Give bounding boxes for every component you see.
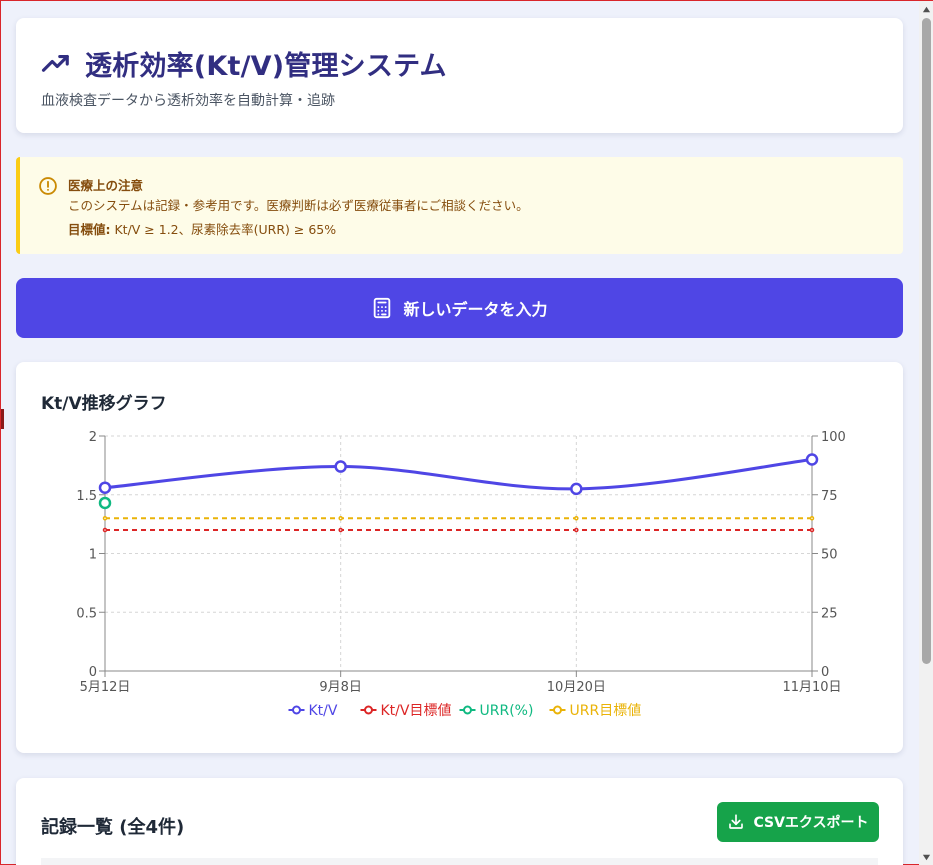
legend-swatch-marker <box>553 705 562 715</box>
series-1-point <box>102 527 108 533</box>
scroll-up-arrow-icon[interactable] <box>922 5 931 14</box>
right-axis-tick-label: 50 <box>821 548 838 563</box>
right-axis-tick-label: 25 <box>821 606 838 621</box>
legend-label: URR(%) <box>480 703 534 719</box>
series-3-point <box>338 516 343 521</box>
series-0-point <box>570 482 583 496</box>
series-1-point <box>338 527 343 533</box>
series-0-point <box>334 460 347 473</box>
left-axis-tick-label: 0.5 <box>76 606 97 621</box>
target-label: 目標値: <box>68 222 111 237</box>
legend-swatch-marker <box>364 705 373 715</box>
notice-body: このシステムは記録・参考用です。医療判断は必ず医療従事者にご相談ください。 <box>68 198 529 213</box>
right-axis-tick-label: 100 <box>821 430 846 445</box>
scroll-down-arrow-icon[interactable] <box>922 853 931 862</box>
series-1-point <box>574 527 579 533</box>
header-card: 透析効率(Kt/V)管理システム 血液検査データから透析効率を自動計算・追跡 <box>16 18 903 133</box>
alert-circle-icon <box>39 177 57 195</box>
records-table-header <box>41 858 878 865</box>
series-1-point <box>809 527 815 533</box>
x-axis-tick-label: 9月8日 <box>319 680 362 695</box>
page-title: 透析効率(Kt/V)管理システム <box>85 51 447 82</box>
page-subtitle: 血液検査データから透析効率を自動計算・追跡 <box>41 93 335 109</box>
legend-label: Kt/V目標値 <box>381 703 452 719</box>
csv-export-label: CSVエクスポート <box>753 815 869 831</box>
series-3-point <box>809 516 815 521</box>
chart-card: Kt/V推移グラフ 0 0.5 1 1.5 2 0 25 50 75 100 5月12日 9月8日 10… <box>16 362 903 753</box>
calculator-icon <box>374 297 391 319</box>
x-axis-tick-label: 10月20日 <box>547 680 606 695</box>
title-row: 透析効率(Kt/V)管理システム <box>41 44 447 83</box>
legend-swatch-marker <box>463 705 472 715</box>
target-value: Kt/V ≥ 1.2、尿素除去率(URR) ≥ 65% <box>110 222 337 237</box>
right-axis-tick-label: 75 <box>821 489 838 504</box>
x-axis-tick-label: 5月12日 <box>80 680 131 695</box>
records-title: 記録一覧 (全4件) <box>41 817 185 838</box>
left-axis-tick-label: 1 <box>89 548 97 563</box>
vertical-scrollbar[interactable] <box>919 1 933 865</box>
records-card: 記録一覧 (全4件) CSVエクスポート <box>16 778 903 865</box>
new-data-button-label: 新しいデータを入力 <box>403 300 548 319</box>
x-axis-tick-label: 11月10日 <box>782 680 841 695</box>
legend-label: Kt/V <box>309 703 338 719</box>
series-0-point <box>98 481 112 494</box>
legend-label: URR目標値 <box>570 703 642 719</box>
ktv-trend-chart: 0 0.5 1 1.5 2 0 25 50 75 100 5月12日 9月8日 10月20日 11月10日… <box>76 430 846 719</box>
edge-marker <box>1 409 4 429</box>
right-axis-tick-label: 0 <box>821 665 829 680</box>
trending-up-icon <box>41 54 69 72</box>
series-0-point <box>805 453 819 466</box>
left-axis-tick-label: 0 <box>89 665 97 680</box>
notice-title: 医療上の注意 <box>68 178 144 193</box>
series-2-point <box>98 496 112 510</box>
series-3-point <box>102 516 108 521</box>
left-axis-tick-label: 2 <box>89 430 97 445</box>
app-page: 透析効率(Kt/V)管理システム 血液検査データから透析効率を自動計算・追跡 医… <box>1 1 919 865</box>
new-data-button[interactable]: 新しいデータを入力 <box>16 278 903 338</box>
series-0-line <box>104 458 813 491</box>
left-axis-tick-label: 1.5 <box>76 489 97 504</box>
scrollbar-thumb[interactable] <box>922 18 931 664</box>
series-3-point <box>574 516 579 521</box>
notice-target: 目標値: Kt/V ≥ 1.2、尿素除去率(URR) ≥ 65% <box>68 219 336 238</box>
legend-swatch-marker <box>292 705 301 715</box>
csv-export-button[interactable]: CSVエクスポート <box>717 802 879 842</box>
medical-notice: 医療上の注意 このシステムは記録・参考用です。医療判断は必ず医療従事者にご相談く… <box>16 157 903 254</box>
download-icon <box>729 814 744 829</box>
